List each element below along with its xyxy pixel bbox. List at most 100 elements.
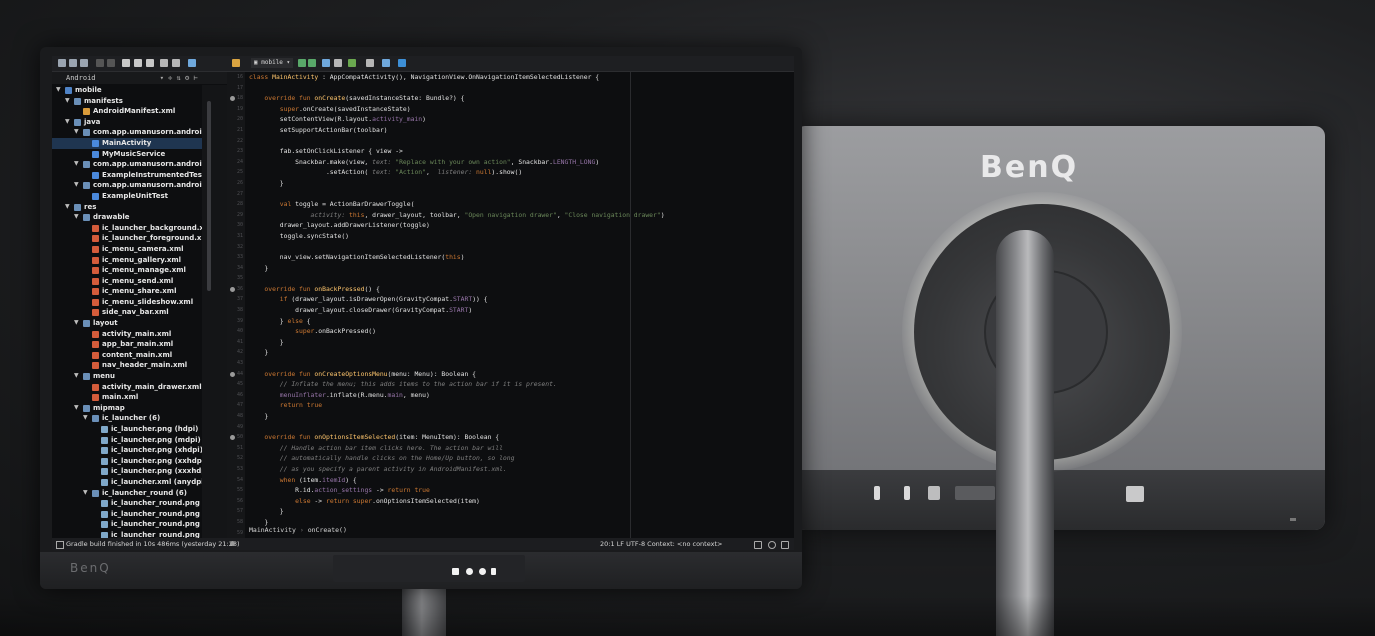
tree-item[interactable]: ic_launcher.png (hdpi) <box>52 424 202 435</box>
tree-scrollbar[interactable] <box>207 101 211 291</box>
notifications-icon[interactable] <box>781 541 789 549</box>
tree-item[interactable]: ExampleUnitTest <box>52 191 202 202</box>
tree-item[interactable]: ▼ java <box>52 117 202 128</box>
tree-item[interactable]: ic_launcher_foreground.xml <box>52 233 202 244</box>
tree-item[interactable]: AndroidManifest.xml <box>52 106 202 117</box>
expand-arrow-icon[interactable]: ▼ <box>65 117 70 128</box>
profile-icon[interactable] <box>322 59 330 67</box>
tool-windows-icon[interactable] <box>56 541 64 549</box>
tree-item[interactable]: ic_menu_slideshow.xml <box>52 297 202 308</box>
code-line: when (item.itemId) { <box>245 475 794 486</box>
expand-arrow-icon[interactable]: ▼ <box>74 127 79 138</box>
lock-icon[interactable] <box>754 541 762 549</box>
attach-debugger-icon[interactable] <box>334 59 342 67</box>
save-icon[interactable] <box>69 59 77 67</box>
expand-arrow-icon[interactable]: ▼ <box>74 212 79 223</box>
tree-item[interactable]: ic_launcher.png (mdpi) <box>52 435 202 446</box>
avd-manager-icon[interactable] <box>348 59 356 67</box>
expand-arrow-icon[interactable]: ▼ <box>74 403 79 414</box>
tree-item[interactable]: ic_launcher_round.png ( <box>52 498 202 509</box>
tree-item[interactable]: ic_menu_manage.xml <box>52 265 202 276</box>
open-icon[interactable] <box>58 59 66 67</box>
navigate-icon[interactable] <box>188 59 196 67</box>
expand-arrow-icon[interactable]: ▼ <box>74 318 79 329</box>
run-config-select[interactable]: ▣ mobile ▾ <box>251 58 294 68</box>
tree-item[interactable]: ic_launcher.xml (anydpi- <box>52 477 202 488</box>
input-button[interactable] <box>491 568 496 575</box>
find-icon[interactable] <box>160 59 168 67</box>
tree-item[interactable]: ic_launcher.png (xhdpi) <box>52 445 202 456</box>
replace-icon[interactable] <box>172 59 180 67</box>
power-button[interactable] <box>466 568 473 575</box>
tree-item[interactable]: activity_main_drawer.xml <box>52 382 202 393</box>
tree-item[interactable]: ic_launcher.png (xxxhdp <box>52 466 202 477</box>
tree-item[interactable]: ic_menu_send.xml <box>52 276 202 287</box>
copy-icon[interactable] <box>134 59 142 67</box>
expand-arrow-icon[interactable]: ▼ <box>83 488 88 499</box>
cut-icon[interactable] <box>122 59 130 67</box>
tree-item[interactable]: ic_launcher.png (xxhdpi) <box>52 456 202 467</box>
expand-arrow-icon[interactable]: ▼ <box>83 413 88 424</box>
project-structure-icon[interactable] <box>382 59 390 67</box>
tree-item[interactable]: side_nav_bar.xml <box>52 307 202 318</box>
breadcrumb-method[interactable]: onCreate() <box>308 526 347 534</box>
file-encoding[interactable]: UTF-8 <box>626 540 645 548</box>
tree-item[interactable]: ▼ mipmap <box>52 403 202 414</box>
tree-item[interactable]: content_main.xml <box>52 350 202 361</box>
sdk-manager-icon[interactable] <box>366 59 374 67</box>
tree-item[interactable]: ic_launcher_round.png ( <box>52 509 202 520</box>
code-editor[interactable]: class MainActivity : AppCompatActivity()… <box>245 72 794 538</box>
line-separator[interactable]: LF <box>617 540 624 548</box>
tree-item[interactable]: ic_menu_share.xml <box>52 286 202 297</box>
tree-item[interactable]: main.xml <box>52 392 202 403</box>
tree-item[interactable]: ▼ drawable <box>52 212 202 223</box>
debug-icon[interactable] <box>308 59 316 67</box>
expand-arrow-icon[interactable]: ▼ <box>74 371 79 382</box>
tree-item[interactable]: activity_main.xml <box>52 329 202 340</box>
run-icon[interactable] <box>298 59 306 67</box>
tree-item[interactable]: ic_menu_gallery.xml <box>52 255 202 266</box>
tree-item[interactable]: ▼ res <box>52 202 202 213</box>
expand-arrow-icon[interactable]: ▼ <box>74 159 79 170</box>
help-icon[interactable] <box>398 59 406 67</box>
expand-arrow-icon[interactable]: ▼ <box>56 85 61 96</box>
tree-item[interactable]: app_bar_main.xml <box>52 339 202 350</box>
build-hammer-icon[interactable] <box>232 59 240 67</box>
rear-brand-logo: BenQ <box>980 150 1079 185</box>
tree-item[interactable]: MyMusicService <box>52 149 202 160</box>
tree-item[interactable]: ▼ com.app.umanusorn.androidap <box>52 180 202 191</box>
tree-item[interactable]: ic_menu_camera.xml <box>52 244 202 255</box>
line-number: 23 <box>236 148 243 155</box>
tree-item[interactable]: ▼ manifests <box>52 96 202 107</box>
tree-item[interactable]: ▼ ic_launcher_round (6) <box>52 488 202 499</box>
tree-item[interactable]: ▼ com.app.umanusorn.androidap <box>52 127 202 138</box>
tree-item[interactable]: ▼ menu <box>52 371 202 382</box>
port-usb-c <box>874 486 880 500</box>
tree-item[interactable]: ic_launcher_round.png ( <box>52 530 202 538</box>
mode-button[interactable] <box>479 568 486 575</box>
tree-item-label: AndroidManifest.xml <box>93 107 176 116</box>
tree-item[interactable]: ▼ layout <box>52 318 202 329</box>
tree-item[interactable]: ▼ ic_launcher (6) <box>52 413 202 424</box>
inspector-icon[interactable] <box>768 541 776 549</box>
expand-arrow-icon[interactable]: ▼ <box>74 180 79 191</box>
redo-icon[interactable] <box>107 59 115 67</box>
tree-item[interactable]: ExampleInstrumentedTest <box>52 170 202 181</box>
undo-icon[interactable] <box>96 59 104 67</box>
paste-icon[interactable] <box>146 59 154 67</box>
override-gutter-icon[interactable] <box>230 287 235 292</box>
override-gutter-icon[interactable] <box>230 371 235 377</box>
tree-item[interactable]: ic_launcher_round.png ( <box>52 519 202 530</box>
sync-icon[interactable] <box>80 59 88 67</box>
expand-arrow-icon[interactable]: ▼ <box>65 96 70 107</box>
breadcrumb-class[interactable]: MainActivity <box>249 526 296 534</box>
tree-item[interactable]: ▼ mobile <box>52 85 202 96</box>
expand-arrow-icon[interactable]: ▼ <box>65 202 70 213</box>
menu-button[interactable] <box>452 568 459 575</box>
tree-item[interactable]: ic_launcher_background.xm <box>52 223 202 234</box>
project-view-selector[interactable]: Android ▾ ✛ ⇅ ⚙ ⊢ <box>52 72 227 84</box>
tree-item[interactable]: ▼ com.app.umanusorn.androidap <box>52 159 202 170</box>
caret-position[interactable]: 20:1 <box>600 540 615 548</box>
tree-item[interactable]: nav_header_main.xml <box>52 360 202 371</box>
tree-item[interactable]: MainActivity <box>52 137 202 149</box>
